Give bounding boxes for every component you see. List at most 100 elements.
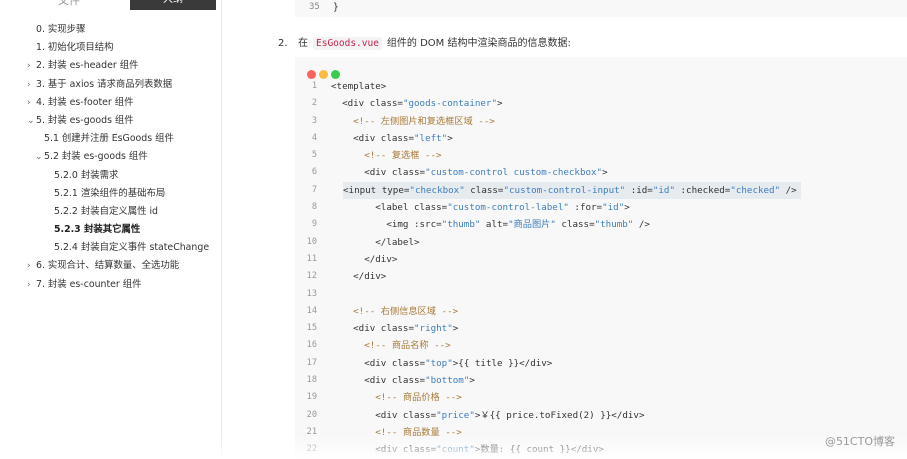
code-line: 14 <!-- 右侧信息区域 --> bbox=[295, 303, 907, 320]
code-line: 12 </div> bbox=[295, 268, 907, 285]
code-line: 1 <template> bbox=[295, 78, 907, 95]
outline-item-label: 5. 封装 es-goods 组件 bbox=[36, 114, 134, 126]
outline-item-label: 5.2.0 封装需求 bbox=[54, 169, 119, 181]
chevron-right-icon[interactable]: › bbox=[27, 276, 31, 294]
code-text: <div class="top">{{ title }}</div> bbox=[331, 355, 556, 372]
code-token: </div> bbox=[331, 271, 387, 283]
chevron-right-icon[interactable]: › bbox=[27, 94, 31, 112]
chevron-right-icon[interactable]: › bbox=[27, 57, 31, 75]
outline-item-label: 2. 封装 es-header 组件 bbox=[36, 60, 139, 72]
code-text: </label> bbox=[331, 234, 424, 251]
code-line-number: 10 bbox=[306, 236, 317, 247]
code-line-number: 3 bbox=[311, 115, 317, 126]
outline-item[interactable]: › 6. 实现合计、结算数量、全选功能 bbox=[0, 257, 222, 275]
outline-item[interactable]: ⌄ 5. 封装 es-goods 组件 bbox=[0, 112, 222, 130]
outline-item-label: 3. 基于 axios 请求商品列表数据 bbox=[36, 78, 173, 90]
code-token: /> bbox=[780, 184, 797, 196]
code-line: 17 <div class="top">{{ title }}</div> bbox=[295, 355, 907, 372]
code-line: 10 </label> bbox=[295, 234, 907, 251]
outline-item[interactable]: 1. 初始化项目结构 bbox=[0, 39, 222, 57]
outline-item-label: 5.2.1 渲染组件的基础布局 bbox=[54, 187, 166, 199]
outline-item[interactable]: › 7. 封装 es-counter 组件 bbox=[0, 276, 222, 294]
code-token: "checked" bbox=[730, 184, 781, 196]
code-token: > bbox=[496, 98, 503, 110]
code-text: <img :src="thumb" alt="商品图片" class="thum… bbox=[331, 216, 654, 233]
code-token: <div bbox=[331, 167, 392, 179]
code-line-number: 16 bbox=[306, 340, 317, 351]
code-block[interactable]: 1 <template> 2 <div class="goods-container… bbox=[295, 57, 907, 459]
outline-item[interactable]: 5.2.3 封装其它属性 bbox=[0, 221, 222, 239]
code-token: "price" bbox=[436, 409, 475, 421]
code-text: <!-- 左侧图片和复选框区域 --> bbox=[331, 113, 499, 130]
code-token: </div> bbox=[331, 253, 398, 265]
code-token: <img bbox=[331, 219, 414, 231]
outline-item[interactable]: ⌄ 5.2 封装 es-goods 组件 bbox=[0, 148, 222, 166]
watermark: @51CTO博客 bbox=[824, 435, 895, 448]
code-token: "custom-control custom-checkbox" bbox=[425, 167, 603, 179]
code-token: :id= bbox=[625, 184, 653, 196]
code-token: <div bbox=[331, 132, 381, 144]
outline-item[interactable]: 5.2.2 封装自定义属性 id bbox=[0, 203, 222, 221]
code-token: <!-- 左侧图片和复选框区域 --> bbox=[331, 115, 495, 127]
code-token: "top" bbox=[425, 357, 453, 369]
code-line: 15 <div class="right"> bbox=[295, 320, 907, 337]
previous-code-block: 35 } bbox=[295, 0, 907, 17]
code-line: 4 <div class="left"> bbox=[295, 130, 907, 147]
outline-item[interactable]: 0. 实现步骤 bbox=[0, 21, 222, 39]
chevron-right-icon[interactable]: › bbox=[27, 76, 31, 94]
tab-outline[interactable]: 大纲 bbox=[130, 0, 216, 10]
inline-code-filename: EsGoods.vue bbox=[313, 37, 382, 50]
code-line: 8 <label class="custom-control-label" :f… bbox=[295, 199, 907, 216]
code-text: <!-- 商品名称 --> bbox=[331, 337, 455, 354]
outline-item[interactable]: › 3. 基于 axios 请求商品列表数据 bbox=[0, 76, 222, 94]
code-token: class= bbox=[369, 98, 403, 110]
code-text: </div> bbox=[331, 251, 401, 268]
code-line: 2 <div class="goods-container"> bbox=[295, 95, 907, 112]
code-line: 20 <div class="price">￥{{ price.toFixed(… bbox=[295, 407, 907, 424]
tab-files[interactable]: 文件 bbox=[58, 0, 80, 8]
outline-item-label: 6. 实现合计、结算数量、全选功能 bbox=[36, 260, 180, 272]
code-token: <template> bbox=[331, 81, 387, 92]
code-line: 13 bbox=[295, 286, 907, 303]
code-token: type= bbox=[381, 184, 410, 196]
outline-item[interactable]: › 2. 封装 es-header 组件 bbox=[0, 57, 222, 75]
outline-item-label: 5.1 创建并注册 EsGoods 组件 bbox=[44, 133, 174, 145]
code-line: 9 <img :src="thumb" alt="商品图片" class="th… bbox=[295, 216, 907, 233]
code-line-number: 4 bbox=[311, 132, 317, 143]
chevron-right-icon[interactable]: › bbox=[27, 257, 31, 275]
outline-item[interactable]: 5.1 创建并注册 EsGoods 组件 bbox=[0, 130, 222, 148]
code-line: 5 <!-- 复选框 --> bbox=[295, 147, 907, 164]
outline-item[interactable]: 5.2.4 封装自定义事件 stateChange bbox=[0, 239, 222, 257]
outline-item[interactable]: › 4. 封装 es-footer 组件 bbox=[0, 94, 222, 112]
outline-item[interactable]: 5.2.1 渲染组件的基础布局 bbox=[0, 185, 222, 203]
code-token: "商品图片" bbox=[508, 219, 556, 231]
sidebar-tabs: 文件 大纲 bbox=[30, 0, 220, 10]
code-line-number: 8 bbox=[311, 202, 317, 213]
code-text: <div class="goods-container"> bbox=[331, 95, 507, 112]
code-text: <div class="bottom"> bbox=[331, 372, 479, 389]
step-instruction: 2. 在 EsGoods.vue 组件的 DOM 结构中渲染商品的信息数据: bbox=[278, 34, 571, 50]
code-text: <label class="custom-control-label" :for… bbox=[331, 199, 634, 216]
document-content: 35 } 2. 在 EsGoods.vue 组件的 DOM 结构中渲染商品的信息数据:… bbox=[222, 0, 907, 459]
code-text: <div class="price">￥{{ price.toFixed(2) … bbox=[331, 407, 649, 424]
code-token: <!-- 商品价格 --> bbox=[331, 392, 462, 404]
outline-list: 0. 实现步骤 1. 初始化项目结构 › 2. 封装 es-header 组件 › 3. … bbox=[0, 21, 222, 294]
step-number: 2. bbox=[278, 38, 288, 49]
code-text: <div class="custom-control custom-checkb… bbox=[331, 164, 612, 181]
code-text: } bbox=[333, 2, 339, 13]
window-dots bbox=[307, 64, 343, 79]
outline-item-label: 5.2 封装 es-goods 组件 bbox=[44, 151, 148, 163]
outline-item-label: 5.2.3 封装其它属性 bbox=[54, 224, 141, 236]
chevron-down-icon[interactable]: ⌄ bbox=[27, 112, 35, 130]
code-token: <div bbox=[331, 323, 381, 335]
code-token: > bbox=[447, 132, 453, 144]
code-line-number: 17 bbox=[306, 357, 317, 368]
code-token: :checked= bbox=[674, 184, 731, 196]
code-token: </div> bbox=[519, 357, 553, 369]
code-token: </label> bbox=[331, 236, 420, 248]
code-line: 18 <div class="bottom"> bbox=[295, 372, 907, 389]
code-line-number: 2 bbox=[311, 98, 317, 109]
chevron-down-icon[interactable]: ⌄ bbox=[35, 148, 43, 166]
code-line: 7 <input type="checkbox" class="custom-co… bbox=[295, 181, 907, 200]
outline-item[interactable]: 5.2.0 封装需求 bbox=[0, 167, 222, 185]
